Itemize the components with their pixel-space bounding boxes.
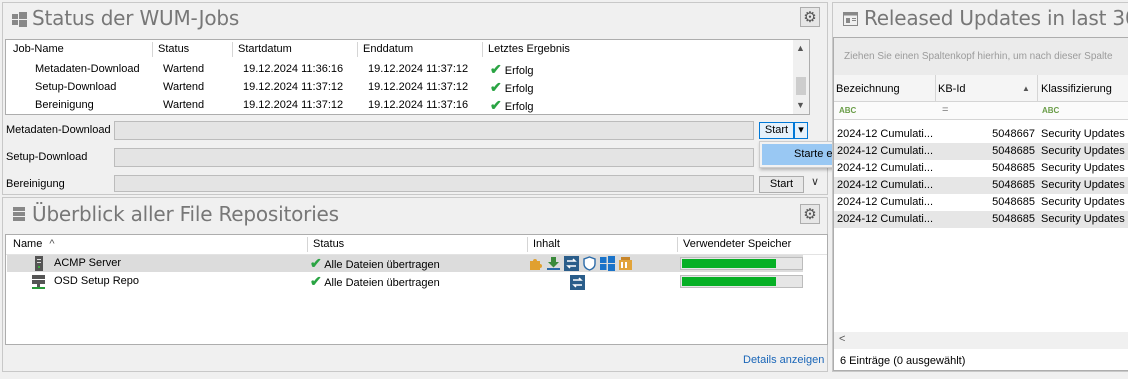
details-link[interactable]: Details anzeigen [743, 354, 824, 366]
filter-row: ABC = ABC [834, 102, 1128, 120]
start-metadaten-download-button[interactable]: Start [759, 122, 794, 139]
col-job-name[interactable]: Job-Name [13, 40, 64, 59]
wum-table-scrollbar[interactable]: ▲ ▼ [793, 40, 809, 114]
network-transfer-icon [570, 275, 585, 293]
wum-jobs-table: Job-Name Status Startdatum Enddatum Letz… [5, 39, 810, 115]
scroll-down-icon[interactable]: ▼ [796, 100, 805, 110]
updates-panel: Released Updates in last 30 da Ziehen Si… [832, 2, 1128, 372]
server-icon [34, 256, 44, 274]
grid-footer-status: 6 Einträge (0 ausgewählt) [840, 355, 966, 367]
check-icon: ✔ [490, 97, 502, 113]
wum-panel-icon [12, 12, 27, 30]
col-inhalt[interactable]: Inhalt [533, 235, 560, 254]
text-filter-icon[interactable]: ABC [839, 106, 856, 115]
puzzle-icon [528, 256, 543, 271]
horizontal-scrollbar[interactable]: < [834, 332, 1128, 349]
grid-header: Bezeichnung KB-Id ▲ Klassifizierung [834, 75, 1128, 102]
col-letztes-ergebnis[interactable]: Letztes Ergebnis [488, 40, 570, 59]
scroll-thumb[interactable] [796, 77, 806, 95]
col-bezeichnung[interactable]: Bezeichnung [836, 83, 900, 95]
col-kb-id[interactable]: KB-Id [938, 83, 966, 95]
group-by-area[interactable]: Ziehen Sie einen Spaltenkopf hierhin, um… [834, 38, 1128, 75]
repos-panel-title: Überblick aller File Repositories [32, 202, 339, 226]
field-label: Setup-Download [6, 151, 88, 163]
field-label: Metadaten-Download [6, 124, 111, 136]
wum-panel-title: Status der WUM-Jobs [32, 6, 240, 30]
scroll-left-icon[interactable]: < [839, 333, 845, 345]
check-icon: ✔ [310, 255, 322, 271]
metadaten-download-progress-field [114, 121, 754, 140]
col-verwendeter-speicher[interactable]: Verwendeter Speicher [683, 235, 791, 254]
repository-icon [31, 274, 46, 292]
table-row[interactable]: 2024-12 Cumulati... 5048685 Security Upd… [834, 143, 1128, 160]
col-klassifizierung[interactable]: Klassifizierung [1041, 83, 1112, 95]
group-by-hint: Ziehen Sie einen Spaltenkopf hierhin, um… [844, 51, 1113, 62]
bereinigung-progress-field [114, 175, 754, 192]
start-options-dropdown-button[interactable]: ▾ [794, 122, 808, 139]
check-icon: ✔ [310, 273, 322, 289]
table-row[interactable]: 2024-12 Cumulati... 5048667 Security Upd… [834, 126, 1128, 143]
wum-settings-gear-icon[interactable]: ⚙ [800, 7, 820, 27]
equals-filter-icon[interactable]: = [942, 104, 948, 116]
server-stack-icon [12, 207, 26, 225]
col-enddatum[interactable]: Enddatum [363, 40, 413, 59]
sort-ascending-icon: ^ [49, 238, 55, 250]
shield-icon [582, 256, 597, 271]
repos-table: Name ^ Status Inhalt Verwendeter Speiche… [5, 234, 828, 345]
col-startdatum[interactable]: Startdatum [238, 40, 292, 59]
col-status[interactable]: Status [313, 235, 344, 254]
network-transfer-icon [564, 256, 579, 271]
table-row[interactable]: 2024-12 Cumulati... 5048685 Security Upd… [834, 177, 1128, 194]
setup-download-progress-field [114, 148, 754, 167]
check-icon: ✔ [490, 61, 502, 77]
table-row[interactable]: OSD Setup Repo ✔ Alle Dateien übertragen [7, 273, 803, 290]
start-bereinigung-button[interactable]: Start [759, 176, 804, 193]
sort-ascending-icon: ▲ [1022, 84, 1030, 93]
updates-panel-icon [843, 12, 858, 29]
updates-panel-title: Released Updates in last 30 da [864, 6, 1128, 30]
windows-icon [600, 256, 615, 271]
table-row[interactable]: 2024-12 Cumulati... 5048685 Security Upd… [834, 194, 1128, 211]
table-row[interactable]: 2024-12 Cumulati... 5048685 Security Upd… [834, 211, 1128, 228]
scroll-up-icon[interactable]: ▲ [796, 43, 805, 53]
table-row[interactable]: 2024-12 Cumulati... 5048685 Security Upd… [834, 160, 1128, 177]
chevron-down-icon[interactable]: ∨ [811, 175, 819, 188]
storage-usage-fill [682, 259, 777, 268]
content-icons [528, 256, 636, 271]
download-icon [546, 256, 561, 271]
field-label: Bereinigung [6, 178, 65, 190]
col-status[interactable]: Status [158, 40, 189, 59]
storage-usage-fill [682, 277, 777, 286]
col-name[interactable]: Name ^ [13, 235, 55, 254]
storage-usage-bar [680, 275, 803, 288]
caret-down-icon: ▾ [798, 124, 804, 136]
check-icon: ✔ [490, 79, 502, 95]
package-icon [618, 256, 633, 271]
text-filter-icon[interactable]: ABC [1042, 106, 1059, 115]
updates-grid: Ziehen Sie einen Spaltenkopf hierhin, um… [833, 37, 1128, 371]
repos-panel: Überblick aller File Repositories ⚙ Name… [2, 197, 828, 372]
table-row[interactable]: ACMP Server ✔ Alle Dateien übertragen [7, 255, 803, 272]
wum-panel: Status der WUM-Jobs ⚙ Job-Name Status St… [2, 2, 828, 195]
repos-settings-gear-icon[interactable]: ⚙ [800, 204, 820, 224]
storage-usage-bar [680, 257, 803, 270]
